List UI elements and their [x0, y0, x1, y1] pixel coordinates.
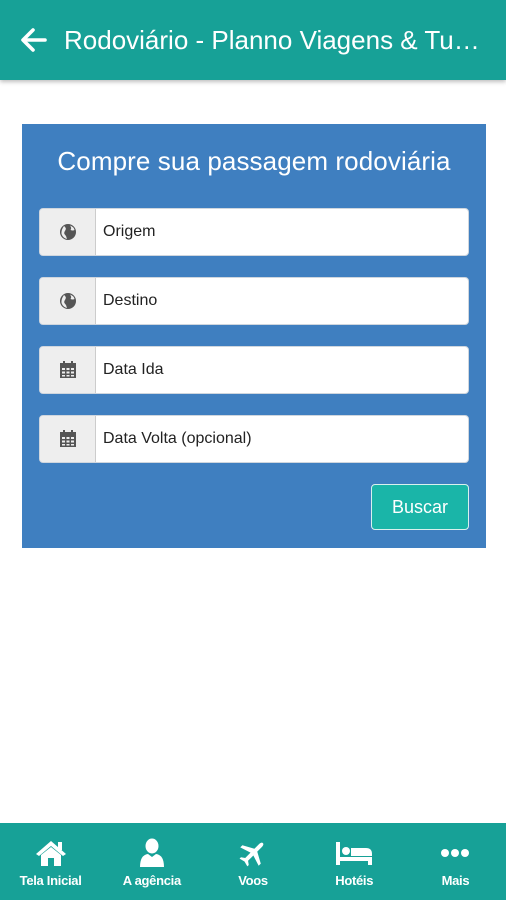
- bed-icon: [336, 842, 373, 865]
- origin-field[interactable]: Origem: [39, 208, 469, 256]
- return-date-addon: [40, 416, 96, 462]
- back-button[interactable]: [8, 0, 60, 80]
- return-date-label: Data Volta (opcional): [103, 430, 252, 447]
- destination-addon: [40, 278, 96, 324]
- origin-addon: [40, 209, 96, 255]
- tab-hotels-label: Hotéis: [335, 873, 374, 888]
- tab-agency-label: A agência: [122, 873, 182, 888]
- page-title: Rodoviário - Planno Viagens & Turismo: [64, 24, 484, 55]
- departure-date-addon: [40, 347, 96, 393]
- departure-date-field[interactable]: Data Ida: [39, 346, 469, 394]
- more-icon: [441, 849, 470, 857]
- user-icon: [139, 838, 164, 867]
- tab-agency[interactable]: A agência: [101, 823, 202, 900]
- bottom-tab-bar: Tela Inicial A agência Voos Hotéis Mais: [0, 823, 506, 900]
- tab-hotels[interactable]: Hotéis: [304, 823, 405, 900]
- globe-icon: [59, 224, 76, 240]
- calendar-icon: [59, 361, 76, 378]
- home-icon: [35, 841, 66, 866]
- tab-home[interactable]: Tela Inicial: [0, 823, 101, 900]
- tab-flights-label: Voos: [238, 873, 268, 888]
- return-date-field[interactable]: Data Volta (opcional): [39, 415, 469, 463]
- tab-more[interactable]: Mais: [405, 823, 506, 900]
- tab-home-label: Tela Inicial: [19, 873, 82, 888]
- search-button[interactable]: Buscar: [371, 484, 469, 530]
- calendar-icon: [59, 430, 76, 447]
- app-header: Rodoviário - Planno Viagens & Turismo: [0, 0, 506, 80]
- tab-flights[interactable]: Voos: [202, 823, 303, 900]
- tab-more-label: Mais: [441, 873, 470, 888]
- bus-search-form: Compre sua passagem rodoviária Origem De…: [22, 124, 486, 548]
- destination-field[interactable]: Destino: [39, 277, 469, 325]
- app-screen: Rodoviário - Planno Viagens & Turismo Co…: [0, 0, 506, 900]
- plane-icon: [239, 842, 264, 867]
- departure-date-label: Data Ida: [103, 361, 164, 378]
- origin-label: Origem: [103, 223, 156, 240]
- form-title: Compre sua passagem rodoviária: [57, 146, 451, 176]
- arrow-left-icon: [21, 28, 47, 52]
- globe-icon: [59, 293, 76, 309]
- destination-label: Destino: [103, 292, 158, 309]
